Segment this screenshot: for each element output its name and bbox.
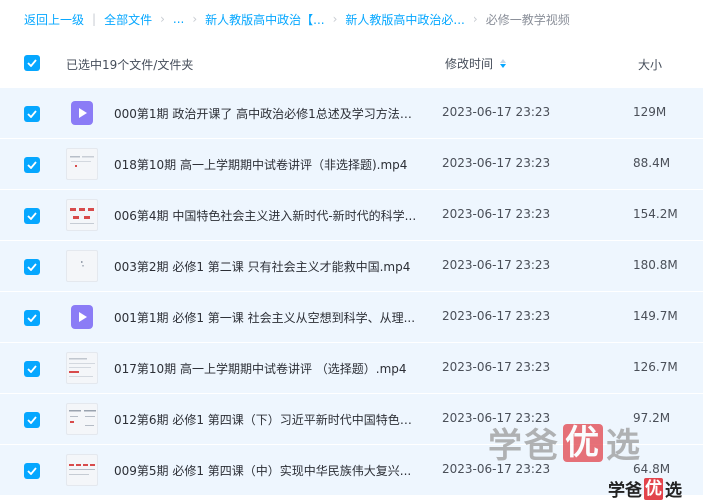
video-thumbnail-image [66, 250, 98, 282]
row-checkbox[interactable] [24, 259, 40, 275]
video-thumbnail-image [66, 199, 98, 231]
watermark-char: 优 [563, 422, 603, 463]
check-icon [27, 416, 37, 424]
file-name[interactable]: 012第6期 必修1 第四课（下）习近平新时代中国特色社... [114, 411, 419, 428]
breadcrumb-current: 必修一教学视频 [485, 12, 570, 27]
row-checkbox[interactable] [24, 208, 40, 224]
check-icon [27, 59, 37, 67]
file-size: 88.4M [633, 156, 671, 170]
watermark-char: 爸 [625, 481, 642, 501]
file-name[interactable]: 017第10期 高一上学期期中试卷讲评 （选择题）.mp4 [114, 360, 419, 377]
breadcrumb-back-link[interactable]: 返回上一级 [24, 11, 84, 28]
file-name[interactable]: 000第1期 政治开课了 高中政治必修1总述及学习方法、... [114, 105, 419, 122]
file-row[interactable]: 001第1期 必修1 第一课 社会主义从空想到科学、从理... 2023-06-… [0, 292, 703, 343]
file-modified-time: 2023-06-17 23:23 [442, 156, 551, 170]
check-icon [27, 110, 37, 118]
file-name[interactable]: 003第2期 必修1 第二课 只有社会主义才能救中国.mp4 [114, 258, 419, 275]
watermark-char: 优 [644, 477, 663, 500]
file-modified-time: 2023-06-17 23:23 [442, 105, 551, 119]
file-row[interactable]: 018第10期 高一上学期期中试卷讲评（非选择题).mp4 2023-06-17… [0, 139, 703, 190]
watermark-char: 学 [488, 426, 524, 466]
sort-by-modified-header[interactable]: 修改时间 [445, 55, 507, 72]
sort-icon [500, 59, 507, 68]
video-file-icon [66, 301, 98, 333]
file-name[interactable]: 006第4期 中国特色社会主义进入新时代-新时代的科学... [114, 207, 419, 224]
watermark-char: 学 [608, 481, 625, 501]
watermark-logo-large: 学 爸 优 选 [488, 418, 642, 467]
video-thumbnail-image [66, 148, 98, 180]
selection-count-label: 已选中19个文件/文件夹 [66, 58, 194, 72]
file-size: 154.2M [633, 207, 678, 221]
file-modified-time: 2023-06-17 23:23 [442, 360, 551, 374]
file-name[interactable]: 018第10期 高一上学期期中试卷讲评（非选择题).mp4 [114, 156, 419, 173]
file-row[interactable]: 000第1期 政治开课了 高中政治必修1总述及学习方法、... 2023-06-… [0, 88, 703, 139]
file-modified-time: 2023-06-17 23:23 [442, 207, 551, 221]
row-checkbox[interactable] [24, 463, 40, 479]
video-thumbnail-image [66, 352, 98, 384]
select-all-checkbox[interactable] [24, 55, 40, 71]
chevron-right-icon: › [160, 12, 165, 26]
chevron-right-icon: › [192, 12, 198, 26]
check-icon [27, 161, 37, 169]
file-name[interactable]: 009第5期 必修1 第四课（中）实现中华民族伟大复兴... [114, 462, 419, 479]
file-modified-time: 2023-06-17 23:23 [442, 258, 551, 272]
check-icon [27, 263, 37, 271]
file-size: 129M [633, 105, 667, 119]
watermark-char: 选 [665, 481, 682, 501]
breadcrumb-separator: | [92, 12, 97, 26]
file-row[interactable]: 006第4期 中国特色社会主义进入新时代-新时代的科学... 2023-06-1… [0, 190, 703, 241]
watermark-char: 选 [606, 426, 642, 466]
file-list-header: 已选中19个文件/文件夹 修改时间 大小 [0, 44, 703, 82]
file-size: 149.7M [633, 309, 678, 323]
video-thumbnail-image [66, 454, 98, 486]
chevron-right-icon: › [332, 12, 338, 26]
breadcrumb-all-files-link[interactable]: 全部文件 [104, 11, 152, 28]
row-checkbox[interactable] [24, 106, 40, 122]
file-size: 126.7M [633, 360, 678, 374]
chevron-right-icon: › [472, 12, 478, 26]
watermark-logo-small: 学 爸 优 选 [608, 476, 682, 501]
row-checkbox[interactable] [24, 412, 40, 428]
check-icon [27, 314, 37, 322]
row-checkbox[interactable] [24, 310, 40, 326]
modified-time-label: 修改时间 [445, 57, 494, 71]
file-row[interactable]: 003第2期 必修1 第二课 只有社会主义才能救中国.mp4 2023-06-1… [0, 241, 703, 292]
file-row[interactable]: 017第10期 高一上学期期中试卷讲评 （选择题）.mp4 2023-06-17… [0, 343, 703, 394]
video-file-icon [66, 97, 98, 129]
breadcrumb-level2-link[interactable]: 新人教版高中政治必... [345, 11, 464, 28]
file-name[interactable]: 001第1期 必修1 第一课 社会主义从空想到科学、从理... [114, 309, 419, 326]
size-column-header[interactable]: 大小 [638, 56, 662, 73]
breadcrumb-ellipsis-link[interactable]: ... [173, 12, 184, 26]
row-checkbox[interactable] [24, 157, 40, 173]
check-icon [27, 212, 37, 220]
watermark-char: 爸 [524, 426, 560, 466]
file-modified-time: 2023-06-17 23:23 [442, 309, 551, 323]
breadcrumb-level1-link[interactable]: 新人教版高中政治【... [205, 11, 324, 28]
check-icon [27, 467, 37, 475]
file-size: 180.8M [633, 258, 678, 272]
row-checkbox[interactable] [24, 361, 40, 377]
breadcrumb: 返回上一级 | 全部文件 › ... › 新人教版高中政治【... › 新人教版… [24, 11, 570, 27]
video-thumbnail-image [66, 403, 98, 435]
check-icon [27, 365, 37, 373]
